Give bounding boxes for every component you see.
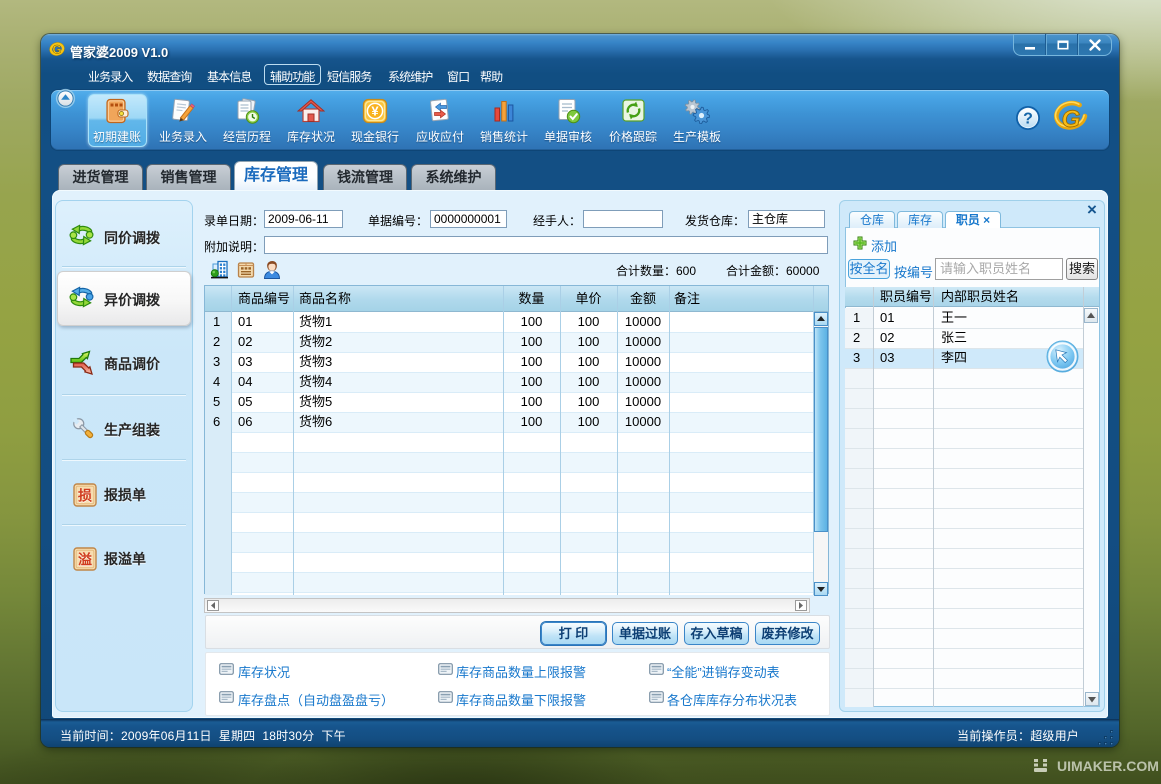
- svg-text:G: G: [53, 45, 62, 57]
- svg-text:?: ?: [1023, 110, 1033, 127]
- svg-text:G: G: [1062, 106, 1081, 133]
- svg-text:¥: ¥: [371, 104, 379, 119]
- svg-text:损: 损: [78, 488, 92, 504]
- svg-text:溢: 溢: [78, 552, 92, 568]
